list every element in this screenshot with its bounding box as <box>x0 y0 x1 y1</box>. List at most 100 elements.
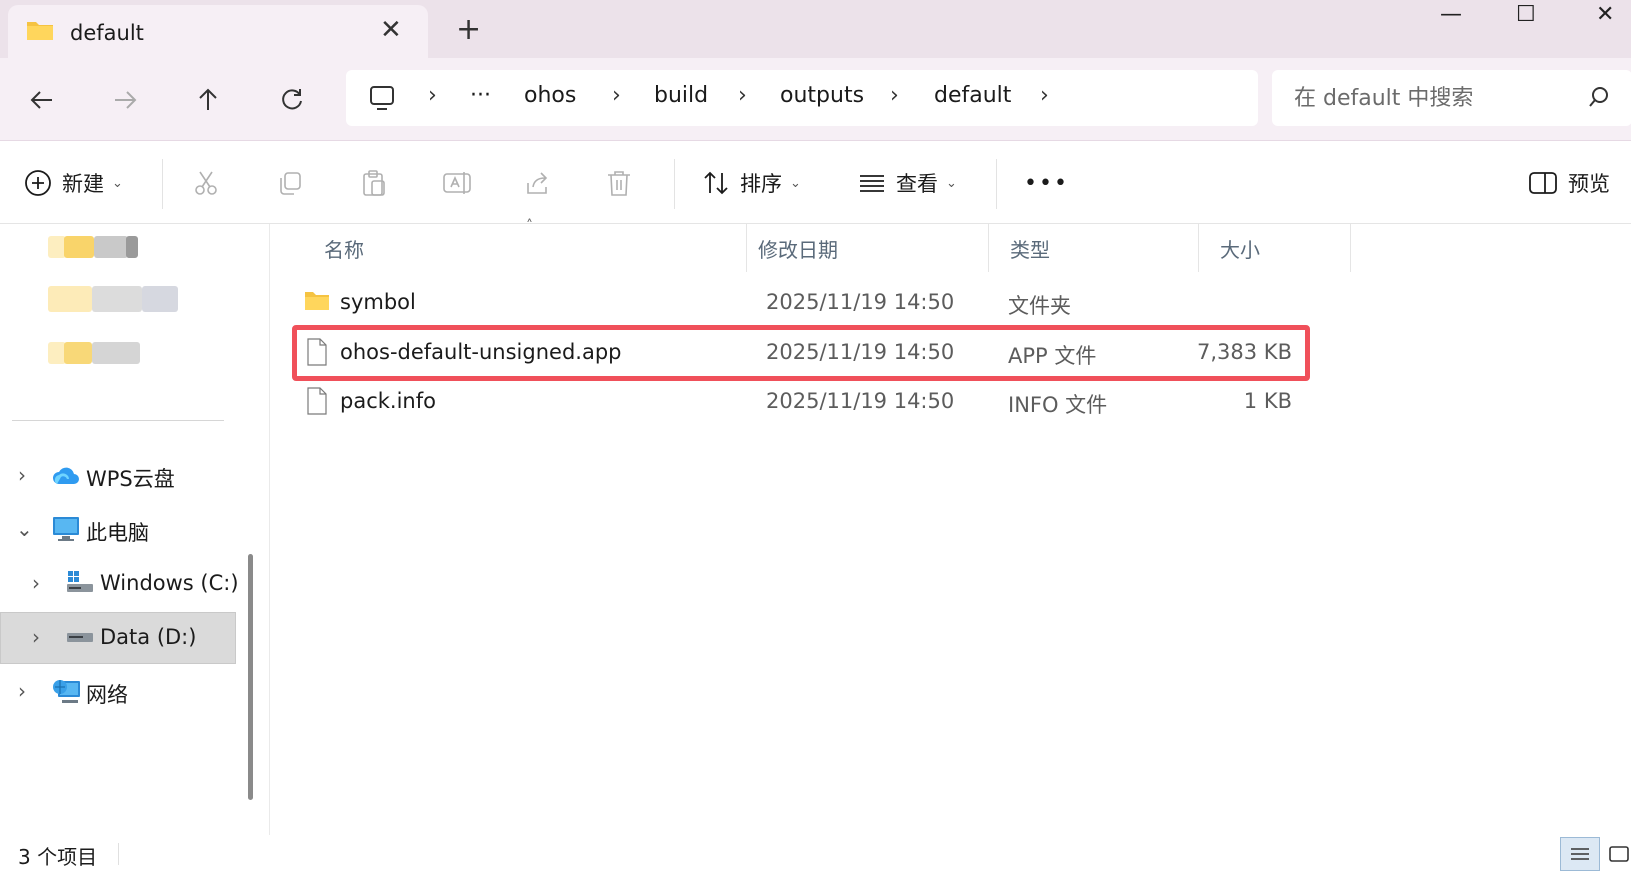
sort-ascending-icon: ˄ <box>526 218 533 234</box>
details-view-button[interactable] <box>1560 837 1600 871</box>
arrow-right-icon <box>115 91 137 109</box>
file-row-symbol[interactable]: symbol 2025/11/19 14:50 文件夹 <box>294 280 1308 326</box>
new-button[interactable]: 新建 ⌄ <box>24 165 123 201</box>
arrow-up-icon <box>199 88 217 110</box>
column-header-size[interactable]: 大小 <box>1220 234 1260 263</box>
file-type: APP 文件 <box>1008 344 1097 368</box>
search-icon[interactable] <box>1588 86 1610 108</box>
rename-button[interactable] <box>442 165 472 201</box>
chevron-right-icon[interactable]: › <box>18 679 26 703</box>
maximize-button[interactable]: ☐ <box>1516 2 1536 28</box>
view-button[interactable]: 查看 ⌄ <box>858 165 957 201</box>
sort-label: 排序 <box>740 172 782 196</box>
quick-access-item-redacted[interactable] <box>48 232 138 262</box>
column-divider[interactable] <box>1198 224 1199 272</box>
folder-icon <box>27 22 53 40</box>
more-options-button[interactable]: ••• <box>1024 165 1069 201</box>
sidebar-item-windows-c[interactable]: › Windows (C:) <box>0 558 239 610</box>
plus-circle-icon <box>25 170 51 196</box>
sidebar-item-wps-cloud[interactable]: › WPS云盘 <box>0 450 236 502</box>
file-date: 2025/11/19 14:50 <box>766 290 955 314</box>
file-size: 1 KB <box>1243 389 1292 413</box>
sidebar-item-network[interactable]: › 网络 <box>0 666 236 718</box>
copy-button[interactable] <box>276 165 304 201</box>
chevron-down-icon: ⌄ <box>946 175 957 191</box>
breadcrumb-chevron-icon[interactable]: › <box>890 83 899 108</box>
delete-button[interactable] <box>606 165 632 201</box>
share-icon <box>527 172 548 194</box>
file-name: pack.info <box>340 389 436 413</box>
sort-button[interactable]: 排序 ⌄ <box>702 165 801 201</box>
file-row-ohos-default-unsigned-app[interactable]: ohos-default-unsigned.app 2025/11/19 14:… <box>294 330 1308 376</box>
breadcrumb-outputs[interactable]: outputs <box>780 83 864 108</box>
file-name: ohos-default-unsigned.app <box>340 340 622 364</box>
share-button[interactable] <box>524 165 552 201</box>
up-button[interactable] <box>186 78 230 122</box>
breadcrumb-chevron-icon[interactable]: › <box>1040 83 1049 108</box>
sidebar-item-label: Data (D:) <box>100 625 197 649</box>
new-tab-button[interactable]: + <box>456 15 481 45</box>
tab-close-icon[interactable]: ✕ <box>380 17 402 43</box>
column-header-date[interactable]: 修改日期 <box>758 234 838 263</box>
status-bar: 3 个项目 <box>0 835 1631 871</box>
sidebar-item-data-d[interactable]: › Data (D:) <box>0 612 236 664</box>
column-divider[interactable] <box>1350 224 1351 272</box>
chevron-down-icon: ⌄ <box>790 175 801 191</box>
close-button[interactable]: ✕ <box>1596 2 1614 28</box>
sidebar-item-this-pc[interactable]: ⌄ 此电脑 <box>0 504 236 556</box>
breadcrumb-ohos[interactable]: ohos <box>524 83 576 108</box>
file-icon <box>307 387 327 415</box>
breadcrumb-build[interactable]: build <box>654 83 708 108</box>
view-label: 查看 <box>896 172 938 196</box>
refresh-button[interactable] <box>270 78 314 122</box>
column-divider[interactable] <box>746 224 747 272</box>
file-date: 2025/11/19 14:50 <box>766 340 955 364</box>
breadcrumb-default[interactable]: default <box>934 83 1011 108</box>
preview-label: 预览 <box>1568 172 1610 196</box>
quick-access-item-redacted[interactable] <box>48 338 148 368</box>
column-divider[interactable] <box>988 224 989 272</box>
tab-title: default <box>70 21 144 45</box>
back-button[interactable] <box>20 78 64 122</box>
chevron-down-icon[interactable]: ⌄ <box>16 517 33 541</box>
file-size: 7,383 KB <box>1197 340 1292 364</box>
tab-default[interactable]: default ✕ <box>8 5 428 58</box>
file-date: 2025/11/19 14:50 <box>766 389 955 413</box>
chevron-right-icon[interactable]: › <box>18 463 26 487</box>
breadcrumb-chevron-icon: › <box>428 83 437 108</box>
address-bar[interactable]: › ··· ohos › build › outputs › default › <box>346 70 1258 126</box>
preview-pane-button[interactable]: 预览 <box>1528 165 1610 201</box>
computer-icon <box>53 517 79 541</box>
copy-icon <box>280 172 301 195</box>
toolbar-divider <box>674 159 675 209</box>
file-name: symbol <box>340 290 416 314</box>
windows-drive-icon <box>67 571 93 592</box>
file-row-pack-info[interactable]: pack.info 2025/11/19 14:50 INFO 文件 1 KB <box>294 379 1308 425</box>
sidebar-scrollbar[interactable] <box>248 554 253 800</box>
network-icon <box>53 680 80 703</box>
breadcrumb-overflow[interactable]: ··· <box>470 83 491 108</box>
chevron-right-icon[interactable]: › <box>32 625 40 649</box>
chevron-right-icon[interactable]: › <box>32 571 40 595</box>
navigation-pane: › WPS云盘 ⌄ 此电脑 › Windows (C:) › Data (D:)… <box>0 224 270 835</box>
forward-button[interactable] <box>103 78 147 122</box>
search-box[interactable] <box>1272 70 1631 126</box>
cut-button[interactable] <box>192 165 220 201</box>
tiles-view-button[interactable] <box>1604 837 1631 871</box>
status-divider <box>118 843 119 865</box>
column-header-type[interactable]: 类型 <box>1010 234 1050 263</box>
file-type: 文件夹 <box>1008 294 1071 318</box>
sidebar-item-label: Windows (C:) <box>100 571 239 595</box>
breadcrumb-chevron-icon[interactable]: › <box>738 83 747 108</box>
paste-button[interactable] <box>360 165 388 201</box>
column-header-name[interactable]: 名称 <box>324 234 364 263</box>
cloud-icon <box>53 467 79 484</box>
breadcrumb-chevron-icon[interactable]: › <box>612 83 621 108</box>
quick-access-item-redacted[interactable] <box>48 282 178 314</box>
nav-divider <box>12 420 224 421</box>
more-icon: ••• <box>1024 170 1069 196</box>
tiles-view-icon <box>1608 846 1629 862</box>
minimize-button[interactable]: — <box>1440 2 1462 28</box>
search-input[interactable] <box>1282 78 1582 118</box>
trash-icon <box>608 171 630 196</box>
